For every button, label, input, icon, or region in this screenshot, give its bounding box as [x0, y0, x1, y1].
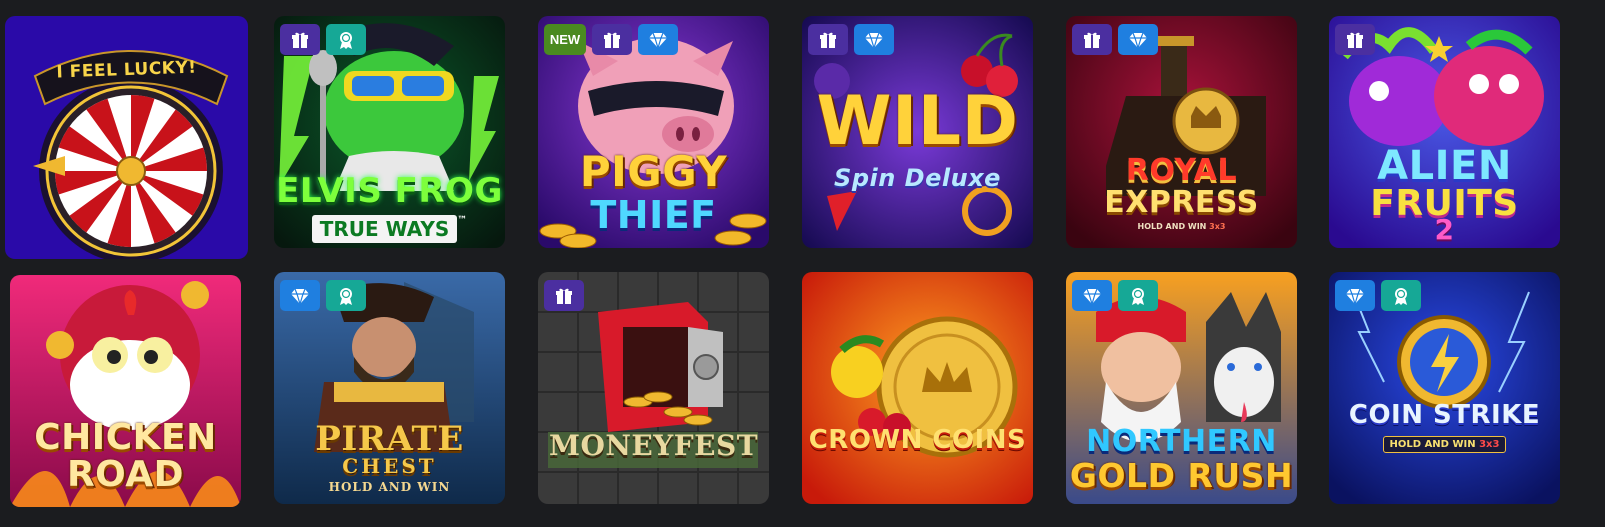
badge-row [280, 280, 366, 311]
coin-strike-title: COIN STRIKE [1348, 400, 1541, 430]
new-badge: NEW [544, 24, 586, 55]
elvis-subtitle: TRUE WAYS ™ [274, 215, 505, 243]
trademark-mark: ™ [457, 215, 468, 226]
game-tile-royal-express[interactable]: ROYAL EXPRESS HOLD AND WIN 3x3 [1066, 16, 1297, 248]
pirate-subtitle: HOLD AND WIN [328, 480, 451, 494]
gift-icon [554, 286, 574, 306]
diamond-icon [1082, 286, 1102, 306]
grid-size-tag: 3x3 [1479, 439, 1500, 450]
gift-icon [1082, 30, 1102, 50]
game-tile-elvis-frog[interactable]: ELVIS FROG TRUE WAYS ™ [274, 16, 505, 248]
award-badge [1118, 280, 1158, 311]
gift-badge [280, 24, 320, 55]
award-icon [336, 286, 356, 306]
diamond-badge [1072, 280, 1112, 311]
diamond-badge [280, 280, 320, 311]
lucky-wheel-art [5, 16, 248, 259]
badge-row [1072, 24, 1158, 55]
elvis-title: ELVIS FROG [276, 171, 503, 211]
game-tile-moneyfest[interactable]: MONEYFEST [538, 272, 769, 504]
badge-row [1335, 280, 1421, 311]
game-tile-chicken-road[interactable]: CHICKEN ROAD [10, 275, 241, 507]
northern-title-line1: NORTHERN [1086, 424, 1277, 459]
game-tile-northern-gold-rush[interactable]: NORTHERN GOLD RUSH [1066, 272, 1297, 504]
crown-coins-art [802, 272, 1033, 504]
game-tile-piggy-thief[interactable]: PIGGY THIEF NEW [538, 16, 769, 248]
diamond-icon [648, 30, 668, 50]
gift-badge [1335, 24, 1375, 55]
diamond-icon [290, 286, 310, 306]
gift-badge [544, 280, 584, 311]
gift-icon [602, 30, 622, 50]
award-badge [1381, 280, 1421, 311]
diamond-badge [638, 24, 678, 55]
wild-title: WILD [816, 82, 1019, 161]
diamond-badge [854, 24, 894, 55]
badge-row [1335, 24, 1375, 55]
gift-badge [592, 24, 632, 55]
grid-size-tag: 3x3 [1209, 222, 1226, 231]
diamond-icon [864, 30, 884, 50]
diamond-icon [1345, 286, 1365, 306]
game-tile-alien-fruits-2[interactable]: ALIEN FRUITS 2 [1329, 16, 1560, 248]
badge-row [544, 280, 584, 311]
northern-title-line2: GOLD RUSH [1069, 456, 1294, 495]
diamond-badge [1335, 280, 1375, 311]
gift-icon [818, 30, 838, 50]
coin-strike-subtitle-row: HOLD AND WIN 3x3 [1329, 432, 1560, 453]
diamond-icon [1128, 30, 1148, 50]
royal-title-line1: ROYAL [1125, 153, 1238, 188]
gift-icon [290, 30, 310, 50]
badge-row [280, 24, 366, 55]
crown-title: CROWN COINS [808, 425, 1027, 455]
hold-and-win-label: HOLD AND WIN [1137, 222, 1207, 231]
badge-row [1072, 280, 1158, 311]
diamond-badge [1118, 24, 1158, 55]
alien-title-line1: ALIEN [1377, 143, 1512, 189]
royal-title-line2: EXPRESS [1104, 185, 1259, 220]
coin-strike-hold-and-win: HOLD AND WIN 3x3 [1382, 436, 1507, 453]
game-tile-crown-coins[interactable]: CROWN COINS [802, 272, 1033, 504]
true-ways-label: TRUE WAYS [311, 215, 458, 243]
badge-row: NEW [544, 24, 678, 55]
hold-and-win-label: HOLD AND WIN [1389, 439, 1476, 450]
royal-subtitle-row: HOLD AND WIN 3x3 [1066, 222, 1297, 231]
moneyfest-title: MONEYFEST [548, 429, 759, 462]
game-tile-wild-spin-deluxe[interactable]: WILD Spin Deluxe [802, 16, 1033, 248]
gift-icon [1345, 30, 1365, 50]
award-badge [326, 24, 366, 55]
alien-sequel-number: 2 [1434, 213, 1455, 246]
piggy-title-line1: PIGGY [579, 147, 728, 196]
pirate-title-line2: CHEST [342, 454, 437, 478]
chicken-title-line1: CHICKEN [34, 417, 217, 458]
gift-badge [808, 24, 848, 55]
award-icon [1391, 286, 1411, 306]
game-tile-i-feel-lucky[interactable]: I FEEL LUCKY! [5, 16, 248, 259]
chicken-title-line2: ROAD [66, 454, 185, 495]
piggy-title-line2: THIEF [590, 193, 717, 237]
badge-row [808, 24, 894, 55]
wild-subtitle: Spin Deluxe [834, 164, 1001, 192]
game-tile-coin-strike[interactable]: COIN STRIKE HOLD AND WIN 3x3 [1329, 272, 1560, 504]
game-grid: I FEEL LUCKY! ELVIS FROG TRUE WAYS ™ PIG… [0, 0, 1605, 527]
pirate-title-line1: PIRATE [315, 419, 464, 459]
award-badge [326, 280, 366, 311]
gift-badge [1072, 24, 1112, 55]
game-tile-pirate-chest[interactable]: PIRATE CHEST HOLD AND WIN [274, 272, 505, 504]
award-icon [336, 30, 356, 50]
award-icon [1128, 286, 1148, 306]
